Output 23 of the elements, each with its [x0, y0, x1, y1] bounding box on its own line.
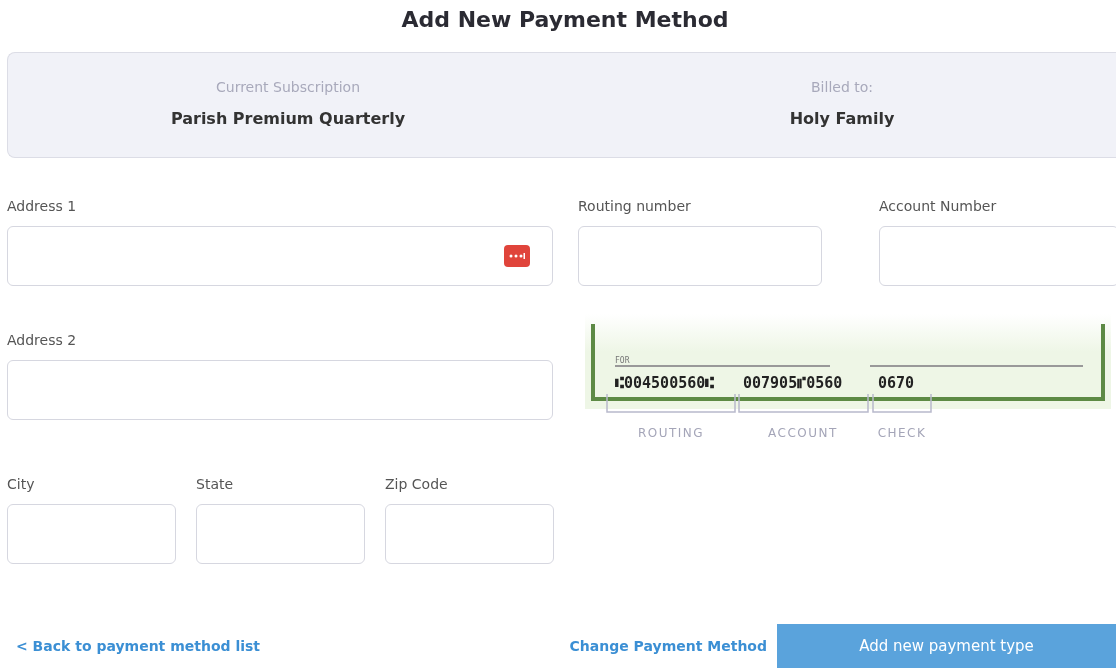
field-label: Address 1: [7, 198, 78, 214]
field-label: Address 2: [7, 332, 78, 348]
input-field[interactable]: [7, 504, 176, 564]
summary-label: Billed to:: [811, 79, 873, 95]
field-label: City: [7, 476, 36, 492]
summary-value: Holy Family: [789, 109, 895, 128]
field-label: Zip Code: [385, 476, 449, 492]
field-label: Routing number: [578, 198, 692, 214]
field-label: State: [196, 476, 235, 492]
back-link[interactable]: < Back to payment method list: [16, 638, 261, 654]
password-manager-icon[interactable]: [504, 245, 530, 267]
input-field[interactable]: [7, 360, 553, 420]
summary-value: Parish Premium Quarterly: [170, 109, 406, 128]
field-label: Account Number: [879, 198, 998, 214]
input-field[interactable]: [578, 226, 822, 286]
add-payment-button[interactable]: Add new payment type: [777, 624, 1116, 668]
page-title: Add New Payment Method: [400, 6, 730, 34]
input-field[interactable]: [385, 504, 554, 564]
input-field[interactable]: [196, 504, 365, 564]
input-field[interactable]: [7, 226, 553, 286]
summary-label: Current Subscription: [216, 79, 360, 95]
input-field[interactable]: [879, 226, 1116, 286]
change-payment-link[interactable]: Change Payment Method: [569, 638, 767, 654]
